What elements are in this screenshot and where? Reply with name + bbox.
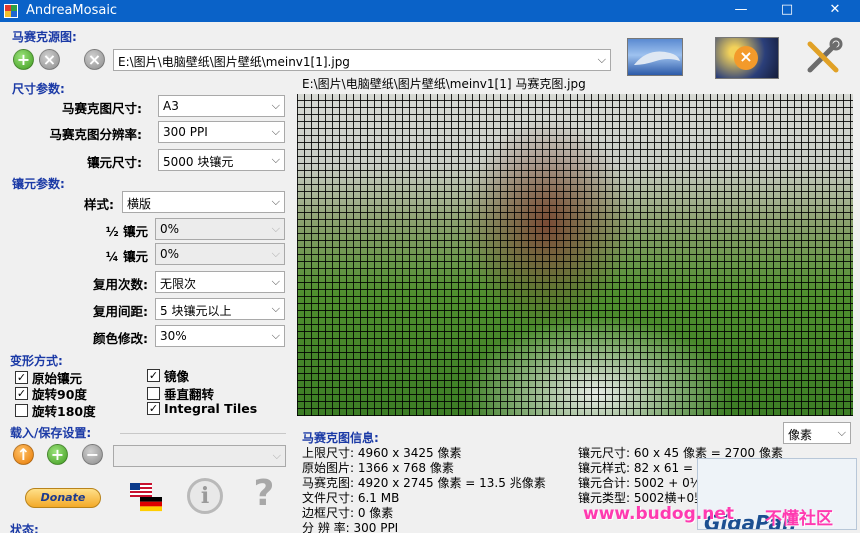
style-label: 样式:: [84, 197, 114, 212]
checkbox-integral-tiles[interactable]: ✓ Integral Tiles: [147, 401, 257, 416]
community-watermark: 不懂社区: [765, 509, 833, 529]
info-line: 文件尺寸: 6.1 MB: [302, 491, 400, 505]
settings-preset-combo[interactable]: ⌵: [113, 445, 286, 467]
tools-wrench-icon[interactable]: [802, 36, 844, 76]
mosaic-size-value: A3: [163, 99, 179, 113]
checkbox-label: 镜像: [164, 369, 190, 384]
checkbox-label: 旋转180度: [32, 404, 96, 419]
maximize-button[interactable]: □: [764, 0, 810, 22]
tile-size-combo[interactable]: 5000 块镶元 ⌵: [158, 149, 285, 171]
info-button[interactable]: i: [187, 478, 223, 514]
color-adjust-label: 颜色修改:: [93, 331, 148, 346]
style-value: 横版: [127, 197, 152, 211]
remove-settings-button[interactable]: −: [82, 444, 103, 465]
checkmark-icon: [147, 387, 160, 400]
info-line: 马赛克图: 4920 x 2745 像素 = 13.5 兆像素: [302, 476, 546, 490]
half-tile-combo[interactable]: 0% ⌵: [155, 218, 285, 240]
color-adjust-value: 30%: [160, 329, 187, 343]
status-label: 状态:: [10, 523, 39, 533]
info-line: 分 辨 率: 300 PPI: [302, 521, 399, 533]
mosaic-info-label: 马赛克图信息:: [302, 431, 379, 445]
reuse-count-label: 复用次数:: [93, 277, 148, 292]
mosaic-tile-grid: [297, 94, 853, 416]
mosaic-size-combo[interactable]: A3 ⌵: [158, 95, 285, 117]
chevron-down-icon: ⌵: [271, 99, 280, 112]
mosaic-size-label: 马赛克图尺寸:: [62, 101, 142, 116]
section-divider: [120, 433, 286, 434]
resolution-combo[interactable]: 300 PPI ⌵: [158, 121, 285, 143]
checkmark-icon: [15, 404, 28, 417]
help-button[interactable]: ?: [247, 474, 281, 514]
quarter-tile-label: ¼ 镶元: [105, 249, 148, 264]
chevron-down-icon: ⌵: [271, 329, 280, 342]
chevron-down-icon: ⌵: [837, 426, 846, 439]
checkbox-label: Integral Tiles: [164, 401, 258, 416]
app-mosaic-icon: [4, 4, 18, 18]
quarter-tile-combo[interactable]: 0% ⌵: [155, 243, 285, 265]
chevron-down-icon: ⌵: [271, 222, 280, 235]
chevron-down-icon: ⌵: [271, 195, 280, 208]
window-title: AndreaMosaic: [26, 3, 118, 18]
unit-select-value: 像素: [788, 428, 813, 442]
title-bar: AndreaMosaic — □ ✕: [0, 0, 860, 22]
site-watermark: www.budog.net: [583, 504, 734, 524]
source-path-combo[interactable]: E:\图片\电脑壁纸\图片壁纸\meinv1[1].jpg ⌵: [113, 49, 611, 71]
chevron-down-icon: ⌵: [271, 125, 280, 138]
checkbox-mirror[interactable]: ✓ 镜像: [147, 366, 189, 385]
checkbox-rotate-180[interactable]: 旋转180度: [15, 401, 96, 420]
unit-select[interactable]: 像素 ⌵: [783, 422, 851, 444]
info-line: 边框尺寸: 0 像素: [302, 506, 394, 520]
checkmark-icon: ✓: [147, 402, 160, 415]
transform-section-label: 变形方式:: [10, 354, 63, 368]
checkmark-icon: ✓: [15, 387, 28, 400]
load-save-section-label: 载入/保存设置:: [10, 426, 92, 440]
half-tile-label: ½ 镶元: [105, 224, 148, 239]
close-button[interactable]: ✕: [812, 0, 858, 22]
chevron-down-icon: ⌵: [271, 247, 280, 260]
resolution-value: 300 PPI: [163, 125, 208, 139]
reuse-count-combo[interactable]: 无限次 ⌵: [155, 271, 285, 293]
info-line: 上限尺寸: 4960 x 3425 像素: [302, 446, 462, 460]
add-source-button[interactable]: +: [13, 49, 34, 70]
reuse-distance-label: 复用间距:: [93, 304, 148, 319]
chevron-down-icon: ⌵: [271, 275, 280, 288]
starry-night-picture-icon[interactable]: ×: [715, 37, 779, 79]
color-adjust-combo[interactable]: 30% ⌵: [155, 325, 285, 347]
dolphin-picture-icon[interactable]: [627, 38, 683, 76]
cancel-icon: ×: [734, 46, 758, 70]
chevron-down-icon: ⌵: [271, 302, 280, 315]
chevron-down-icon: ⌵: [597, 53, 606, 66]
tile-size-label: 镶元尺寸:: [87, 155, 142, 170]
checkmark-icon: ✓: [147, 369, 160, 382]
tile-section-label: 镶元参数:: [12, 177, 65, 191]
style-combo[interactable]: 横版 ⌵: [122, 191, 285, 213]
remove-source-icon: ×: [39, 49, 60, 70]
language-flags-icon[interactable]: [128, 480, 164, 514]
add-settings-button[interactable]: +: [47, 444, 68, 465]
checkmark-icon: ✓: [15, 371, 28, 384]
reuse-distance-value: 5 块镶元以上: [160, 304, 232, 318]
resolution-label: 马赛克图分辨率:: [49, 127, 143, 142]
preview-path: E:\图片\电脑壁纸\图片壁纸\meinv1[1] 马赛克图.jpg: [302, 77, 586, 91]
load-settings-button[interactable]: ↑: [13, 444, 34, 465]
reuse-distance-combo[interactable]: 5 块镶元以上 ⌵: [155, 298, 285, 320]
dolphin-icon: [634, 51, 680, 65]
chevron-down-icon: ⌵: [272, 449, 281, 462]
mosaic-preview-image[interactable]: [297, 94, 853, 416]
half-tile-value: 0%: [160, 222, 180, 236]
reuse-count-value: 无限次: [160, 277, 197, 291]
clear-source-button[interactable]: ×: [84, 49, 105, 70]
info-line: 原始图片: 1366 x 768 像素: [302, 461, 454, 475]
size-section-label: 尺寸参数:: [12, 82, 65, 96]
source-section-label: 马赛克源图:: [12, 30, 77, 44]
tile-size-value: 5000 块镶元: [163, 155, 234, 169]
donate-button[interactable]: Donate: [25, 488, 101, 508]
quarter-tile-value: 0%: [160, 247, 180, 261]
source-path-value: E:\图片\电脑壁纸\图片壁纸\meinv1[1].jpg: [118, 55, 350, 69]
chevron-down-icon: ⌵: [271, 153, 280, 166]
minimize-button[interactable]: —: [718, 0, 764, 22]
